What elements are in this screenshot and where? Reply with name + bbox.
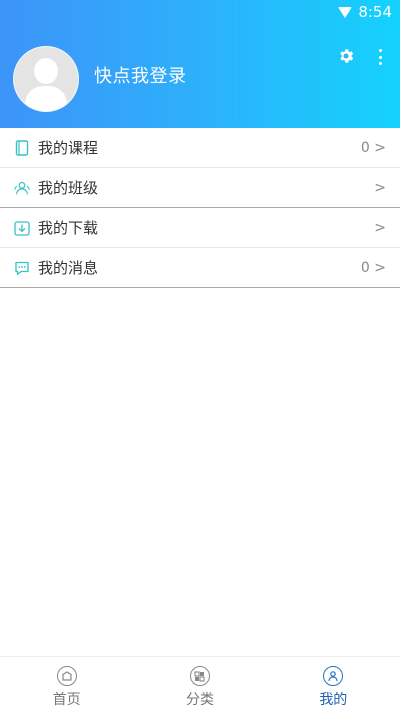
status-bar: 8:54: [338, 2, 392, 22]
menu-item-right: >: [374, 220, 386, 236]
course-book-icon: [14, 139, 30, 156]
message-icon: [14, 260, 30, 276]
tab-mine[interactable]: 我的: [267, 657, 400, 711]
menu-item-label: 我的下载: [38, 219, 99, 237]
tab-label: 我的: [319, 692, 348, 708]
chevron-right-icon: >: [374, 179, 386, 196]
login-prompt[interactable]: 快点我登录: [94, 62, 187, 88]
category-icon: [189, 666, 210, 686]
avatar-body-shape: [25, 86, 67, 111]
menu-item-messages[interactable]: 我的消息 0 >: [0, 248, 400, 288]
menu-item-label: 我的课程: [38, 139, 99, 157]
tab-label: 首页: [52, 692, 81, 708]
avatar[interactable]: [13, 46, 79, 112]
menu-item-classes[interactable]: 我的班级 >: [0, 168, 400, 208]
wifi-icon: [338, 6, 353, 18]
gear-icon[interactable]: [337, 47, 355, 65]
avatar-head-shape: [34, 58, 58, 84]
menu-list: 我的课程 0 > 我的班级 > 我的下载 > 我的消息 0 >: [0, 128, 400, 288]
menu-item-downloads[interactable]: 我的下载 >: [0, 208, 400, 248]
home-icon: [56, 666, 77, 686]
status-time: 8:54: [358, 3, 392, 21]
chevron-right-icon: >: [374, 139, 386, 156]
profile-header: 8:54 快点我登录: [0, 0, 400, 128]
menu-item-courses[interactable]: 我的课程 0 >: [0, 128, 400, 168]
chevron-right-icon: >: [374, 259, 386, 276]
more-options-icon[interactable]: [373, 48, 387, 66]
menu-item-count: 0: [360, 139, 375, 156]
bottom-tab-bar: 首页 分类 我的: [0, 656, 400, 711]
tab-home[interactable]: 首页: [0, 657, 133, 711]
menu-item-label: 我的消息: [38, 259, 99, 277]
download-icon: [14, 220, 30, 236]
tab-label: 分类: [185, 692, 214, 708]
menu-item-label: 我的班级: [38, 179, 99, 197]
menu-item-count: 0: [360, 259, 375, 276]
menu-item-right: 0 >: [361, 260, 386, 276]
tab-categories[interactable]: 分类: [133, 657, 266, 711]
user-icon: [323, 666, 344, 686]
menu-item-right: 0 >: [361, 140, 386, 156]
menu-item-right: >: [374, 180, 386, 196]
chevron-right-icon: >: [374, 219, 386, 236]
class-group-icon: [14, 180, 30, 196]
